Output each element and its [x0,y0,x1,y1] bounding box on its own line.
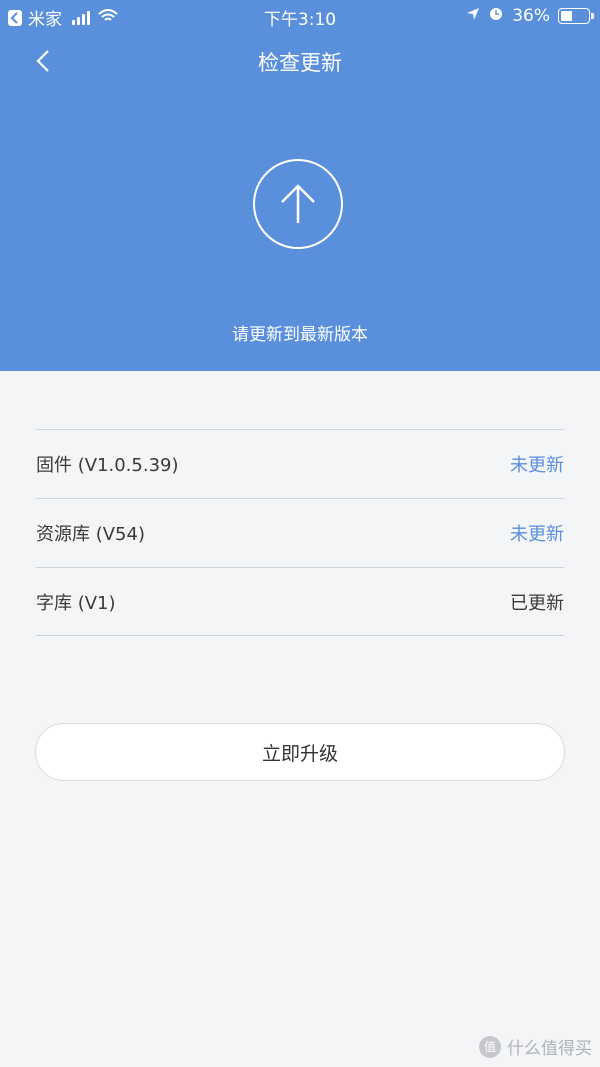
upload-arrow-icon [253,159,343,249]
item-status: 已更新 [510,592,564,614]
status-right: 36% [466,5,594,26]
location-icon [466,6,480,26]
alarm-icon [488,5,504,26]
list-item-firmware: 固件 (V1.0.5.39) 未更新 [36,429,564,498]
watermark: 值 什么值得买 [479,1034,592,1059]
list-item-font: 字库 (V1) 已更新 [36,567,564,636]
item-status: 未更新 [510,524,564,545]
page-title: 检查更新 [258,51,342,75]
header-banner: 米家 下午3:10 36% 检查更新 请更新到最新版本 [0,0,600,371]
update-hint: 请更新到最新版本 [232,325,368,345]
item-name: 固件 (V1.0.5.39) [36,455,179,476]
item-status: 未更新 [510,455,564,476]
watermark-text: 什么值得买 [507,1039,592,1059]
battery-icon [558,7,594,24]
status-bar: 米家 下午3:10 36% [0,0,600,32]
battery-percent: 36% [512,5,550,26]
item-name: 资源库 (V54) [36,524,145,545]
upgrade-now-button[interactable]: 立即升级 [35,723,565,781]
item-name: 字库 (V1) [36,592,116,614]
component-list: 固件 (V1.0.5.39) 未更新 资源库 (V54) 未更新 字库 (V1)… [36,429,564,636]
watermark-logo: 值 [479,1035,501,1058]
list-item-resource: 资源库 (V54) 未更新 [36,498,564,567]
battery-fill [561,10,572,21]
